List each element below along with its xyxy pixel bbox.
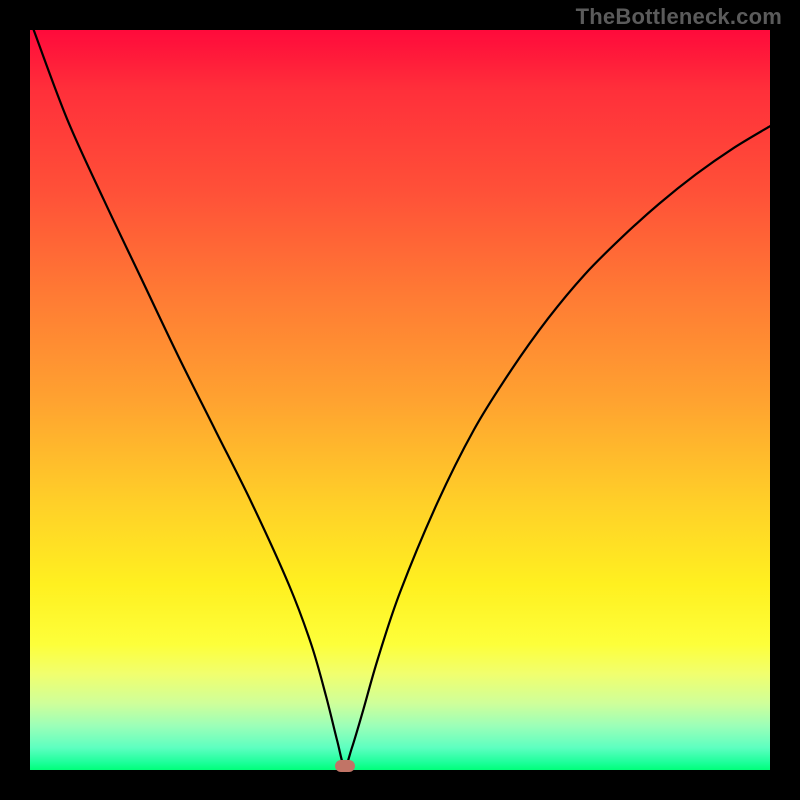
curve-svg [30, 30, 770, 770]
watermark-text: TheBottleneck.com [576, 4, 782, 30]
bottleneck-curve [34, 30, 770, 766]
plot-area [30, 30, 770, 770]
chart-frame: TheBottleneck.com [0, 0, 800, 800]
optimum-marker [335, 760, 355, 772]
